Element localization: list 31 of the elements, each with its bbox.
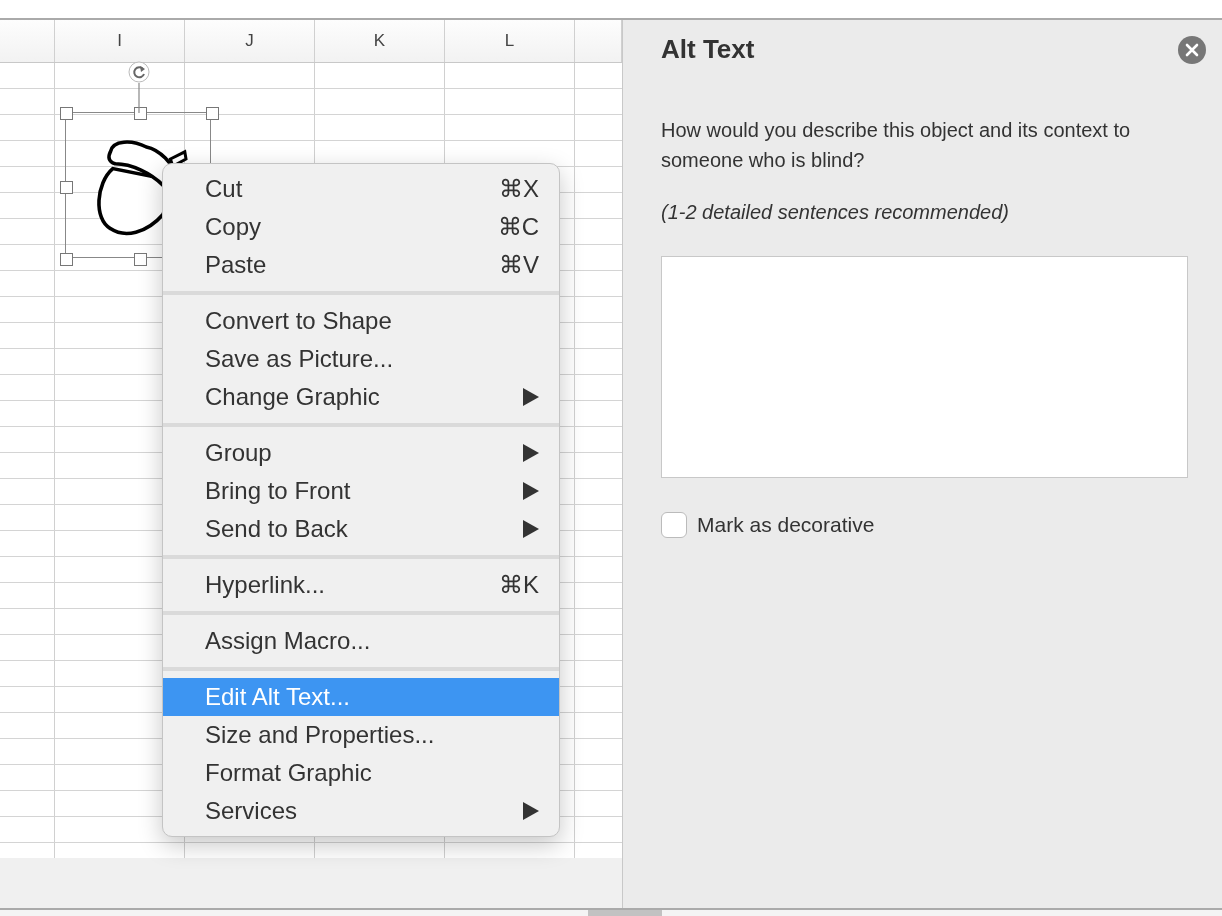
menu-item[interactable]: Cut ⌘X (163, 170, 559, 208)
column-header[interactable]: I (117, 31, 122, 51)
menu-item[interactable]: Paste ⌘V (163, 246, 559, 284)
prompt-text: How would you describe this object and its context to someone who is blind? (661, 118, 1132, 173)
resize-handle[interactable] (206, 107, 219, 120)
menu-item[interactable]: Save as Picture... (163, 340, 559, 378)
column-header[interactable]: L (504, 31, 515, 51)
menu-item[interactable]: Assign Macro... (163, 622, 559, 660)
resize-handle[interactable] (60, 253, 73, 266)
close-icon[interactable] (1178, 35, 1206, 64)
menu-item[interactable]: Copy ⌘C (163, 208, 559, 246)
hint-text: (1-2 detailed sentences recommended) (661, 201, 1010, 224)
description-field[interactable] (661, 256, 1188, 478)
checkbox[interactable] (661, 512, 687, 538)
menu-item[interactable]: Group (163, 434, 559, 472)
menu-item[interactable]: Size and Properties... (163, 716, 559, 754)
menu-item[interactable]: Hyperlink... ⌘K (163, 566, 559, 604)
checkbox-label: Mark as decorative (697, 513, 875, 537)
column-header[interactable]: K (373, 31, 386, 51)
pane-title: Alt Text (661, 34, 755, 65)
resize-handle[interactable] (60, 181, 73, 194)
menu-item[interactable]: Send to Back (163, 510, 559, 548)
menu-item[interactable]: Format Graphic (163, 754, 559, 792)
resize-handle[interactable] (60, 107, 73, 120)
resize-handle[interactable] (134, 253, 147, 266)
menu-item[interactable]: Change Graphic (163, 378, 559, 416)
menu-item[interactable]: Convert to Shape (163, 302, 559, 340)
menu-item[interactable]: Bring to Front (163, 472, 559, 510)
column-header[interactable]: J (245, 31, 254, 51)
resize-handle[interactable] (134, 107, 147, 120)
menu-item[interactable]: Services (163, 792, 559, 830)
